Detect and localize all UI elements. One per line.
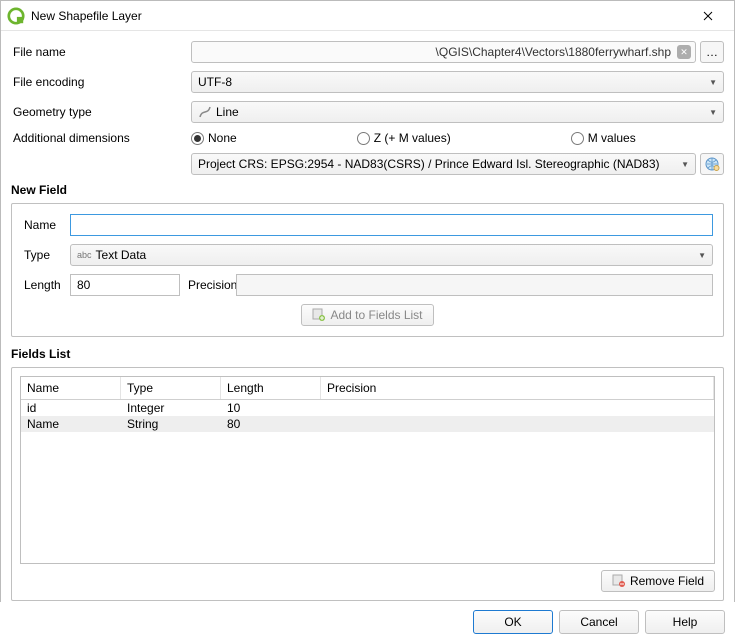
- type-value: Text Data: [96, 248, 147, 262]
- fields-list-title: Fields List: [11, 347, 724, 361]
- fields-list-group: Name Type Length Precision id Integer 10…: [11, 367, 724, 601]
- cancel-button[interactable]: Cancel: [559, 610, 639, 634]
- radio-m[interactable]: M values: [571, 131, 636, 145]
- window-title: New Shapefile Layer: [31, 9, 688, 23]
- precision-label: Precision: [180, 278, 236, 292]
- chevron-down-icon: ▼: [681, 160, 689, 169]
- dialog-footer: OK Cancel Help: [0, 602, 735, 644]
- type-label: Type: [22, 248, 70, 262]
- header-name[interactable]: Name: [21, 377, 121, 399]
- remove-field-label: Remove Field: [630, 574, 704, 588]
- title-bar: New Shapefile Layer: [1, 1, 734, 31]
- table-row[interactable]: Name String 80: [21, 416, 714, 432]
- cell: 80: [221, 416, 321, 432]
- ellipsis-icon: …: [706, 45, 718, 59]
- add-to-fields-label: Add to Fields List: [330, 308, 422, 322]
- cell: Integer: [121, 400, 221, 416]
- file-encoding-select[interactable]: UTF-8 ▼: [191, 71, 724, 93]
- additional-dimensions-label: Additional dimensions: [11, 131, 191, 145]
- qgis-logo-icon: [7, 7, 25, 25]
- chevron-down-icon: ▼: [709, 78, 717, 87]
- add-field-icon: [312, 307, 326, 324]
- clear-icon[interactable]: ✕: [677, 45, 691, 59]
- radio-label: None: [208, 131, 237, 145]
- name-input[interactable]: [70, 214, 713, 236]
- type-select[interactable]: abc Text Data ▼: [70, 244, 713, 266]
- cell: [321, 416, 714, 432]
- cancel-label: Cancel: [580, 615, 617, 629]
- radio-dot-icon: [191, 132, 204, 145]
- ok-label: OK: [504, 615, 521, 629]
- radio-label: M values: [588, 131, 636, 145]
- close-button[interactable]: [688, 1, 728, 31]
- file-encoding-value: UTF-8: [198, 75, 232, 89]
- length-label: Length: [22, 278, 70, 292]
- cell: 10: [221, 400, 321, 416]
- chevron-down-icon: ▼: [709, 108, 717, 117]
- name-label: Name: [22, 218, 70, 232]
- line-geometry-icon: [198, 105, 212, 119]
- file-name-input[interactable]: \QGIS\Chapter4\Vectors\1880ferrywharf.sh…: [191, 41, 696, 63]
- crs-value: Project CRS: EPSG:2954 - NAD83(CSRS) / P…: [198, 157, 660, 171]
- help-label: Help: [673, 615, 698, 629]
- cell: [321, 400, 714, 416]
- file-name-value: \QGIS\Chapter4\Vectors\1880ferrywharf.sh…: [436, 45, 671, 59]
- radio-dot-icon: [357, 132, 370, 145]
- cell: Name: [21, 416, 121, 432]
- radio-none[interactable]: None: [191, 131, 237, 145]
- file-name-label: File name: [11, 45, 191, 59]
- radio-z[interactable]: Z (+ M values): [357, 131, 451, 145]
- fields-header: Name Type Length Precision: [21, 377, 714, 400]
- fields-table[interactable]: Name Type Length Precision id Integer 10…: [20, 376, 715, 564]
- geometry-type-select[interactable]: Line ▼: [191, 101, 724, 123]
- add-to-fields-button[interactable]: Add to Fields List: [301, 304, 433, 326]
- cell: String: [121, 416, 221, 432]
- radio-dot-icon: [571, 132, 584, 145]
- remove-field-button[interactable]: Remove Field: [601, 570, 715, 592]
- precision-input[interactable]: [236, 274, 713, 296]
- crs-picker-button[interactable]: [700, 153, 724, 175]
- table-row[interactable]: id Integer 10: [21, 400, 714, 416]
- header-type[interactable]: Type: [121, 377, 221, 399]
- dimensions-radio-group: None Z (+ M values) M values: [191, 131, 636, 145]
- browse-button[interactable]: …: [700, 41, 724, 63]
- text-type-icon: abc: [77, 250, 92, 260]
- file-encoding-label: File encoding: [11, 75, 191, 89]
- help-button[interactable]: Help: [645, 610, 725, 634]
- header-precision[interactable]: Precision: [321, 377, 714, 399]
- new-field-group: Name Type abc Text Data ▼ Length Precisi…: [11, 203, 724, 337]
- header-length[interactable]: Length: [221, 377, 321, 399]
- globe-icon: [704, 156, 720, 172]
- radio-label: Z (+ M values): [374, 131, 451, 145]
- geometry-type-label: Geometry type: [11, 105, 191, 119]
- ok-button[interactable]: OK: [473, 610, 553, 634]
- new-field-title: New Field: [11, 183, 724, 197]
- cell: id: [21, 400, 121, 416]
- remove-field-icon: [612, 573, 626, 590]
- geometry-type-value: Line: [216, 105, 239, 119]
- crs-select[interactable]: Project CRS: EPSG:2954 - NAD83(CSRS) / P…: [191, 153, 696, 175]
- chevron-down-icon: ▼: [698, 251, 706, 260]
- length-input[interactable]: [70, 274, 180, 296]
